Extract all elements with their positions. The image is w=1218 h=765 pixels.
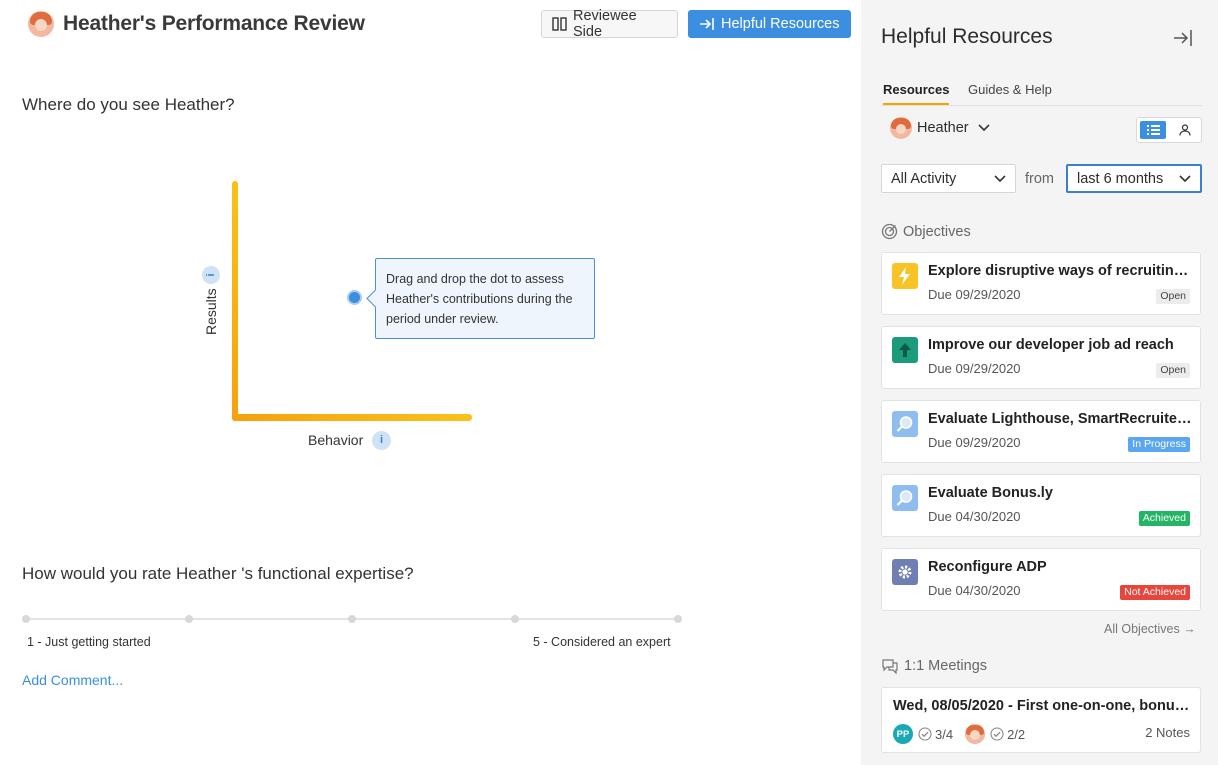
meeting-title: Wed, 08/05/2020 - First one-on-one, bonu… xyxy=(893,698,1193,714)
person-icon xyxy=(1179,124,1191,136)
activity-filter-select[interactable]: All Activity xyxy=(881,164,1016,193)
objective-due: Due 09/29/2020 xyxy=(928,287,1021,302)
magnifier-icon xyxy=(892,411,918,437)
person-selector[interactable]: Heather xyxy=(890,117,990,139)
person-view-button[interactable] xyxy=(1169,118,1201,142)
review-main-panel: Heather's Performance Review Reviewee Si… xyxy=(0,0,861,765)
behavior-axis xyxy=(232,414,472,421)
check-circle-icon xyxy=(918,727,932,741)
behavior-axis-label: Behavior xyxy=(308,432,364,448)
view-mode-toggle xyxy=(1136,117,1202,143)
meeting-card[interactable]: Wed, 08/05/2020 - First one-on-one, bonu… xyxy=(881,687,1201,753)
status-badge: Not Achieved xyxy=(1120,585,1190,600)
heather-avatar xyxy=(28,11,54,37)
arrow-up-icon xyxy=(892,337,918,363)
drag-hint-tooltip: Drag and drop the dot to assess Heather'… xyxy=(375,258,595,339)
meetings-heading: 1:1 Meetings xyxy=(881,658,987,674)
objective-title: Evaluate Lighthouse, SmartRecruiters, Le… xyxy=(928,411,1194,427)
meeting-participants: PP 3/4 2/2 xyxy=(893,724,1025,744)
behavior-info-icon[interactable]: i xyxy=(372,431,391,450)
review-header: Heather's Performance Review xyxy=(28,11,365,37)
objective-due: Due 04/30/2020 xyxy=(928,509,1021,524)
rating-max-label: 5 - Considered an expert xyxy=(533,635,671,649)
status-badge: Open xyxy=(1156,363,1190,378)
rating-point-4[interactable] xyxy=(511,615,519,623)
manager-progress: 3/4 xyxy=(935,726,954,742)
question-position: Where do you see Heather? xyxy=(22,95,235,114)
status-badge: Open xyxy=(1156,289,1190,304)
columns-icon xyxy=(552,17,567,31)
objective-card[interactable]: Evaluate Bonus.ly Due 04/30/2020 Achieve… xyxy=(881,474,1201,537)
rating-point-5[interactable] xyxy=(674,615,682,623)
objectives-heading: Objectives xyxy=(881,223,971,240)
chevron-down-icon xyxy=(1179,174,1191,183)
objective-card[interactable]: Explore disruptive ways of recruiting ta… xyxy=(881,252,1201,315)
heather-avatar xyxy=(965,724,986,744)
objective-title: Improve our developer job ad reach xyxy=(928,337,1174,353)
objective-due: Due 09/29/2020 xyxy=(928,435,1021,450)
chat-bubbles-icon xyxy=(881,658,899,674)
rating-point-1[interactable] xyxy=(22,615,30,623)
question-expertise: How would you rate Heather 's functional… xyxy=(22,564,414,583)
chevron-down-icon xyxy=(994,174,1006,183)
lightning-icon xyxy=(892,263,918,289)
chevron-down-icon xyxy=(978,124,990,132)
helpful-resources-button[interactable]: Helpful Resources xyxy=(688,10,851,38)
objective-title: Evaluate Bonus.ly xyxy=(928,485,1053,501)
reviewee-side-label: Reviewee Side xyxy=(573,8,637,40)
meetings-heading-label: 1:1 Meetings xyxy=(904,658,988,674)
results-axis xyxy=(232,181,238,421)
helpful-resources-label: Helpful Resources xyxy=(721,16,840,32)
meeting-notes-count: 2 Notes xyxy=(1145,725,1190,740)
helpful-resources-sidebar: Helpful Resources Resources Guides & Hel… xyxy=(861,0,1218,765)
objective-title: Reconfigure ADP xyxy=(928,559,1047,575)
list-icon xyxy=(1146,125,1160,135)
list-view-button[interactable] xyxy=(1140,121,1166,139)
sidebar-title: Helpful Resources xyxy=(881,25,1053,48)
period-filter-value: last 6 months xyxy=(1077,170,1164,187)
all-objectives-link[interactable]: All Objectives → xyxy=(1104,622,1196,636)
results-info-icon[interactable]: i xyxy=(202,266,220,284)
add-comment-link[interactable]: Add Comment... xyxy=(22,672,123,688)
gear-icon xyxy=(892,559,918,585)
objective-card[interactable]: Reconfigure ADP Due 04/30/2020 Not Achie… xyxy=(881,548,1201,611)
reviewee-side-button[interactable]: Reviewee Side xyxy=(541,8,678,40)
objectives-heading-label: Objectives xyxy=(903,223,971,240)
magnifier-icon xyxy=(892,485,918,511)
manager-avatar: PP xyxy=(893,724,913,744)
objective-card[interactable]: Improve our developer job ad reach Due 0… xyxy=(881,326,1201,389)
from-label: from xyxy=(1025,171,1054,187)
activity-filter-value: All Activity xyxy=(891,170,957,187)
status-badge: Achieved xyxy=(1138,511,1190,526)
objective-due: Due 04/30/2020 xyxy=(928,583,1021,598)
person-name: Heather xyxy=(917,120,969,136)
status-badge: In Progress xyxy=(1128,437,1190,452)
check-circle-icon xyxy=(990,727,1004,741)
results-axis-label: Results xyxy=(203,288,219,335)
panel-open-icon xyxy=(699,17,715,31)
tab-resources[interactable]: Resources xyxy=(883,82,950,105)
heather-avatar xyxy=(890,117,912,139)
sidebar-tabs: Resources Guides & Help xyxy=(881,80,1202,106)
employee-progress: 2/2 xyxy=(1007,726,1026,742)
rating-point-2[interactable] xyxy=(185,615,193,623)
collapse-sidebar-icon[interactable] xyxy=(1172,27,1194,49)
page-title: Heather's Performance Review xyxy=(63,12,365,35)
objective-card[interactable]: Evaluate Lighthouse, SmartRecruiters, Le… xyxy=(881,400,1201,463)
objective-title: Explore disruptive ways of recruiting ta… xyxy=(928,263,1194,279)
tab-guides-help[interactable]: Guides & Help xyxy=(968,82,1052,103)
target-icon xyxy=(881,223,898,240)
rating-min-label: 1 - Just getting started xyxy=(27,635,151,649)
assessment-drag-dot[interactable] xyxy=(347,290,362,305)
period-filter-select[interactable]: last 6 months xyxy=(1066,164,1202,193)
rating-point-3[interactable] xyxy=(348,615,356,623)
objective-due: Due 09/29/2020 xyxy=(928,361,1021,376)
